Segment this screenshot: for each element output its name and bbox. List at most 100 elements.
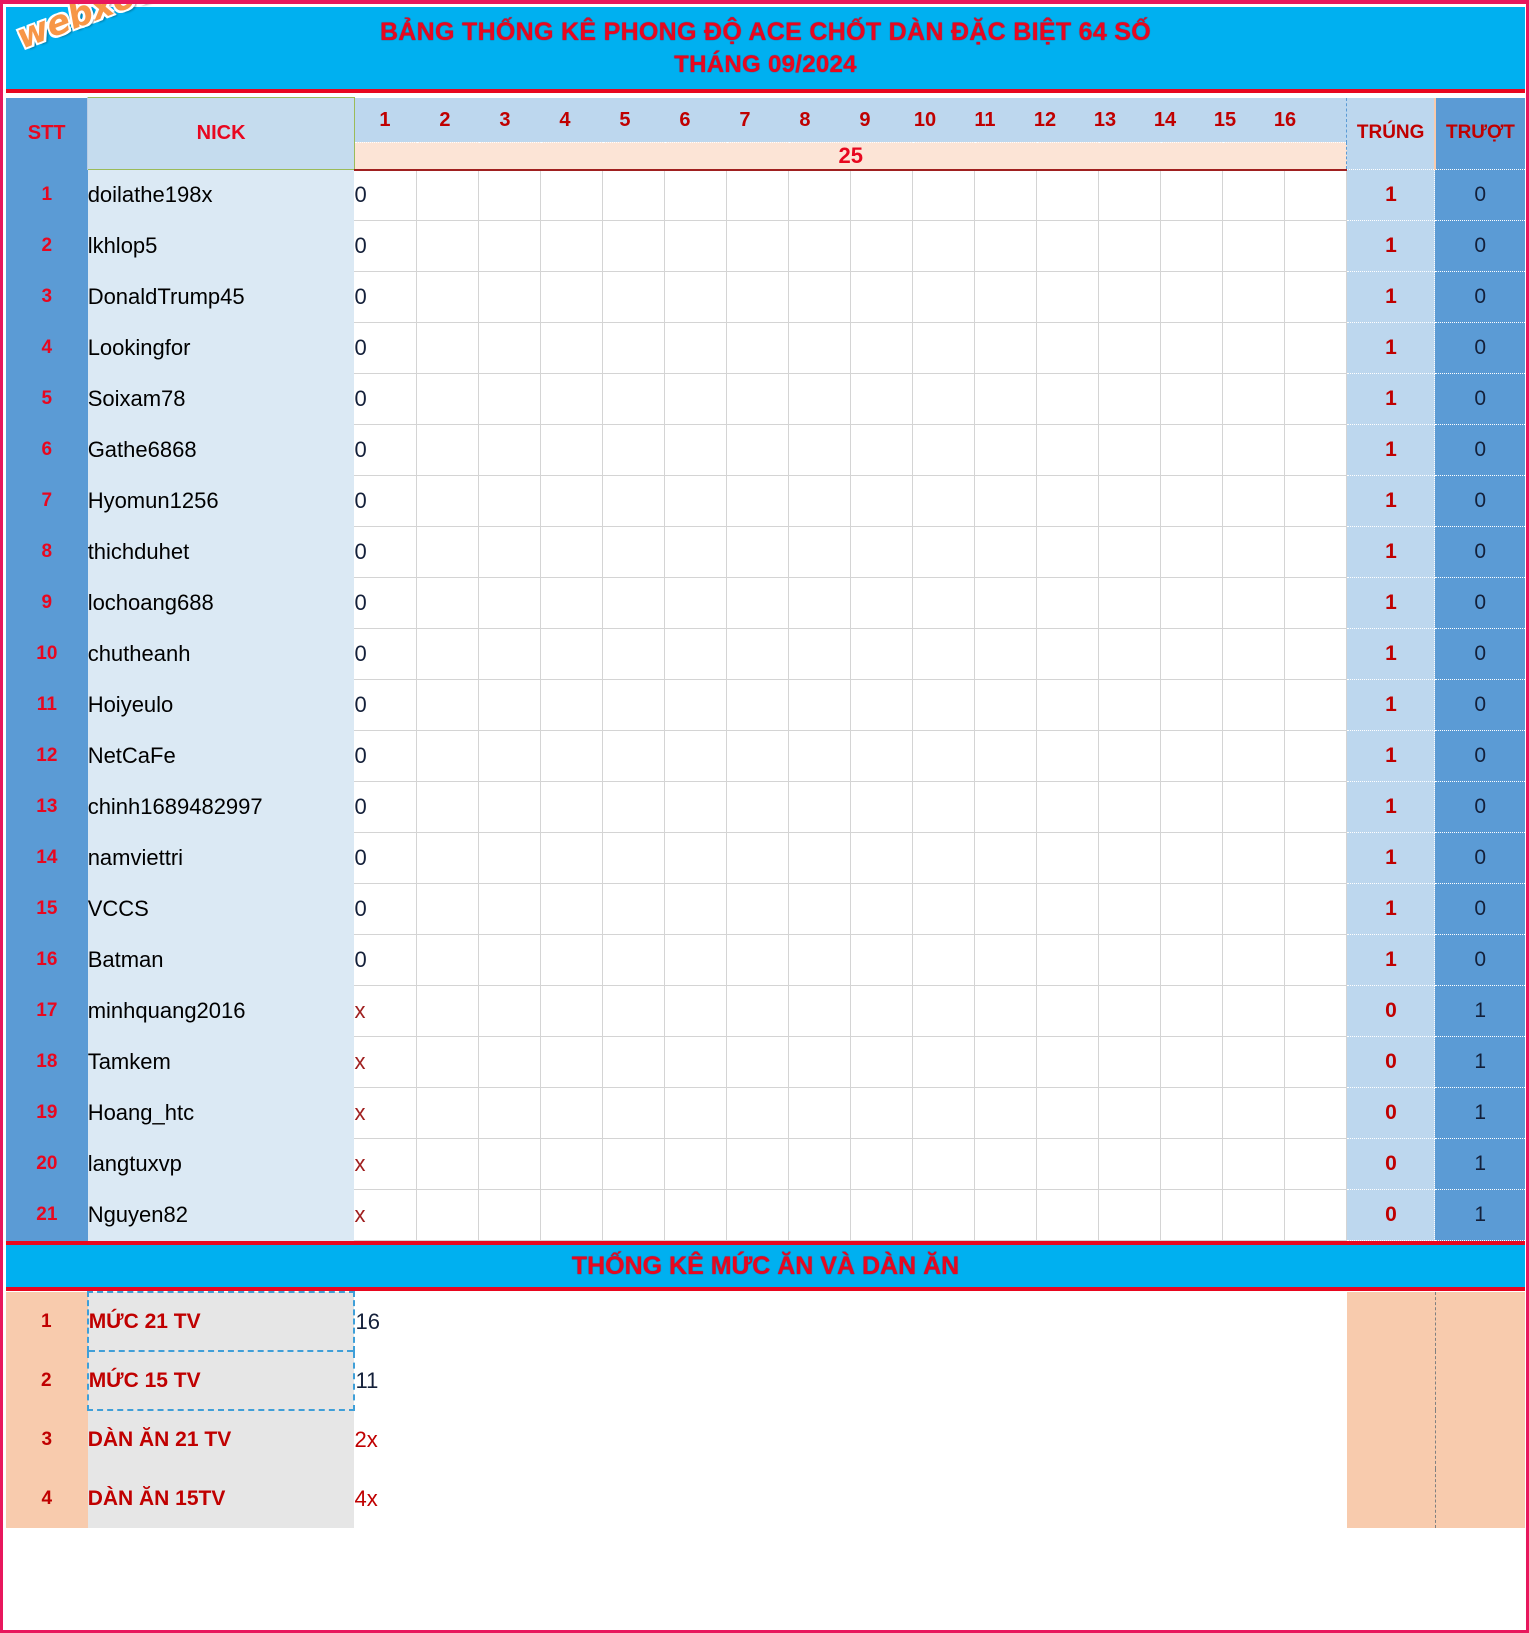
row-result-day-9 xyxy=(850,169,914,221)
row-trung-count: 1 xyxy=(1346,577,1436,629)
row-result-day-11 xyxy=(974,781,1038,833)
row-result-day-4 xyxy=(540,577,604,629)
row-truot-count: 1 xyxy=(1434,985,1525,1037)
row-result-day-9 xyxy=(850,985,914,1037)
row-result-day-2 xyxy=(415,1087,480,1139)
row-result-day-3 xyxy=(478,628,542,680)
row-result-day-9 xyxy=(850,1189,914,1241)
summary-spacer-right xyxy=(1435,1351,1525,1410)
row-result-day-11 xyxy=(974,679,1038,731)
row-result-day-4 xyxy=(540,169,604,221)
row-result-day-11 xyxy=(974,322,1038,374)
row-truot-count: 1 xyxy=(1434,1036,1525,1088)
row-result-day-3 xyxy=(478,220,542,272)
row-nick: chutheanh xyxy=(87,628,355,680)
row-index: 4 xyxy=(6,322,88,374)
row-result-day-15 xyxy=(1222,577,1286,629)
row-result-day-12 xyxy=(1036,730,1100,782)
row-result-day-14 xyxy=(1160,679,1224,731)
row-result-day-12 xyxy=(1036,271,1100,323)
day-column-header-5: 5 xyxy=(619,108,631,131)
row-result-day-9 xyxy=(850,1138,914,1190)
row-result-day-1: x xyxy=(354,1138,418,1190)
row-result-day-11 xyxy=(974,169,1038,221)
row-truot-count: 0 xyxy=(1434,271,1525,323)
summary-spacer-right xyxy=(1435,1292,1525,1351)
row-result-day-12 xyxy=(1036,1036,1100,1088)
row-result-day-3 xyxy=(478,169,542,221)
row-result-day-7 xyxy=(726,271,790,323)
row-result-day-15 xyxy=(1222,271,1286,323)
row-result-day-3 xyxy=(478,730,542,782)
row-result-day-14 xyxy=(1160,832,1224,884)
row-result-day-8 xyxy=(788,169,852,221)
table-row: 1 doilathe198x 0 1 0 xyxy=(6,169,1525,221)
row-trung-count: 0 xyxy=(1346,1036,1436,1088)
row-result-day-3 xyxy=(478,679,542,731)
table-row: 7 Hyomun1256 0 1 0 xyxy=(6,475,1525,527)
row-result-day-12 xyxy=(1036,883,1100,935)
row-result-day-10 xyxy=(912,781,976,833)
row-result-day-14 xyxy=(1160,985,1224,1037)
row-result-day-1: 0 xyxy=(354,424,418,476)
row-result-day-16 xyxy=(1284,985,1348,1037)
row-result-day-13 xyxy=(1098,985,1162,1037)
row-result-day-3 xyxy=(478,271,542,323)
row-result-day-1: 0 xyxy=(354,526,418,578)
row-index: 14 xyxy=(6,832,88,884)
row-result-day-2 xyxy=(415,220,480,272)
row-result-day-9 xyxy=(850,373,914,425)
row-result-day-5 xyxy=(602,781,666,833)
row-result-day-14 xyxy=(1160,271,1224,323)
row-result-day-2 xyxy=(415,373,480,425)
row-result-day-3 xyxy=(478,1189,542,1241)
row-truot-count: 1 xyxy=(1434,1189,1525,1241)
row-index: 18 xyxy=(6,1036,88,1088)
row-result-day-3 xyxy=(478,1138,542,1190)
table-row: 10 chutheanh 0 1 0 xyxy=(6,628,1525,680)
row-result-day-1: x xyxy=(354,1087,418,1139)
row-result-day-8 xyxy=(788,577,852,629)
summary-row-label: MỨC 21 TV xyxy=(86,1291,356,1351)
row-result-day-9 xyxy=(850,475,914,527)
row-result-day-16 xyxy=(1284,424,1348,476)
row-result-day-7 xyxy=(726,424,790,476)
row-result-day-6 xyxy=(664,730,728,782)
row-result-day-5 xyxy=(602,628,666,680)
row-result-day-8 xyxy=(788,1138,852,1190)
row-result-day-16 xyxy=(1284,832,1348,884)
row-result-day-15 xyxy=(1222,679,1286,731)
row-result-day-7 xyxy=(726,1087,790,1139)
row-result-day-9 xyxy=(850,781,914,833)
row-result-day-1: x xyxy=(354,1189,418,1241)
row-result-day-6 xyxy=(664,781,728,833)
row-result-day-10 xyxy=(912,985,976,1037)
row-result-day-10 xyxy=(912,526,976,578)
row-result-day-11 xyxy=(974,1138,1038,1190)
row-result-day-7 xyxy=(726,169,790,221)
day-column-header-8: 8 xyxy=(799,108,811,131)
row-result-day-10 xyxy=(912,373,976,425)
row-result-day-12 xyxy=(1036,577,1100,629)
row-result-day-5 xyxy=(602,271,666,323)
row-result-day-13 xyxy=(1098,1036,1162,1088)
row-result-day-10 xyxy=(912,577,976,629)
row-result-day-6 xyxy=(664,220,728,272)
summary-table: 1 MỨC 21 TV 16 2 MỨC 15 TV 11 3 DÀN ĂN 21 TV 2x 4… xyxy=(6,1291,1525,1528)
row-result-day-14 xyxy=(1160,730,1224,782)
row-nick: doilathe198x xyxy=(87,169,355,221)
table-row: 15 VCCS 0 1 0 xyxy=(6,883,1525,935)
table-row: 3 DonaldTrump45 0 1 0 xyxy=(6,271,1525,323)
row-result-day-9 xyxy=(850,526,914,578)
row-result-day-5 xyxy=(602,679,666,731)
row-result-day-3 xyxy=(478,475,542,527)
table-row: 9 lochoang688 0 1 0 xyxy=(6,577,1525,629)
row-result-day-2 xyxy=(415,322,480,374)
row-index: 9 xyxy=(6,577,88,629)
row-trung-count: 1 xyxy=(1346,679,1436,731)
row-result-day-6 xyxy=(664,883,728,935)
row-index: 16 xyxy=(6,934,88,986)
row-truot-count: 0 xyxy=(1434,475,1525,527)
row-trung-count: 0 xyxy=(1346,985,1436,1037)
summary-spacer-left xyxy=(1347,1351,1436,1410)
